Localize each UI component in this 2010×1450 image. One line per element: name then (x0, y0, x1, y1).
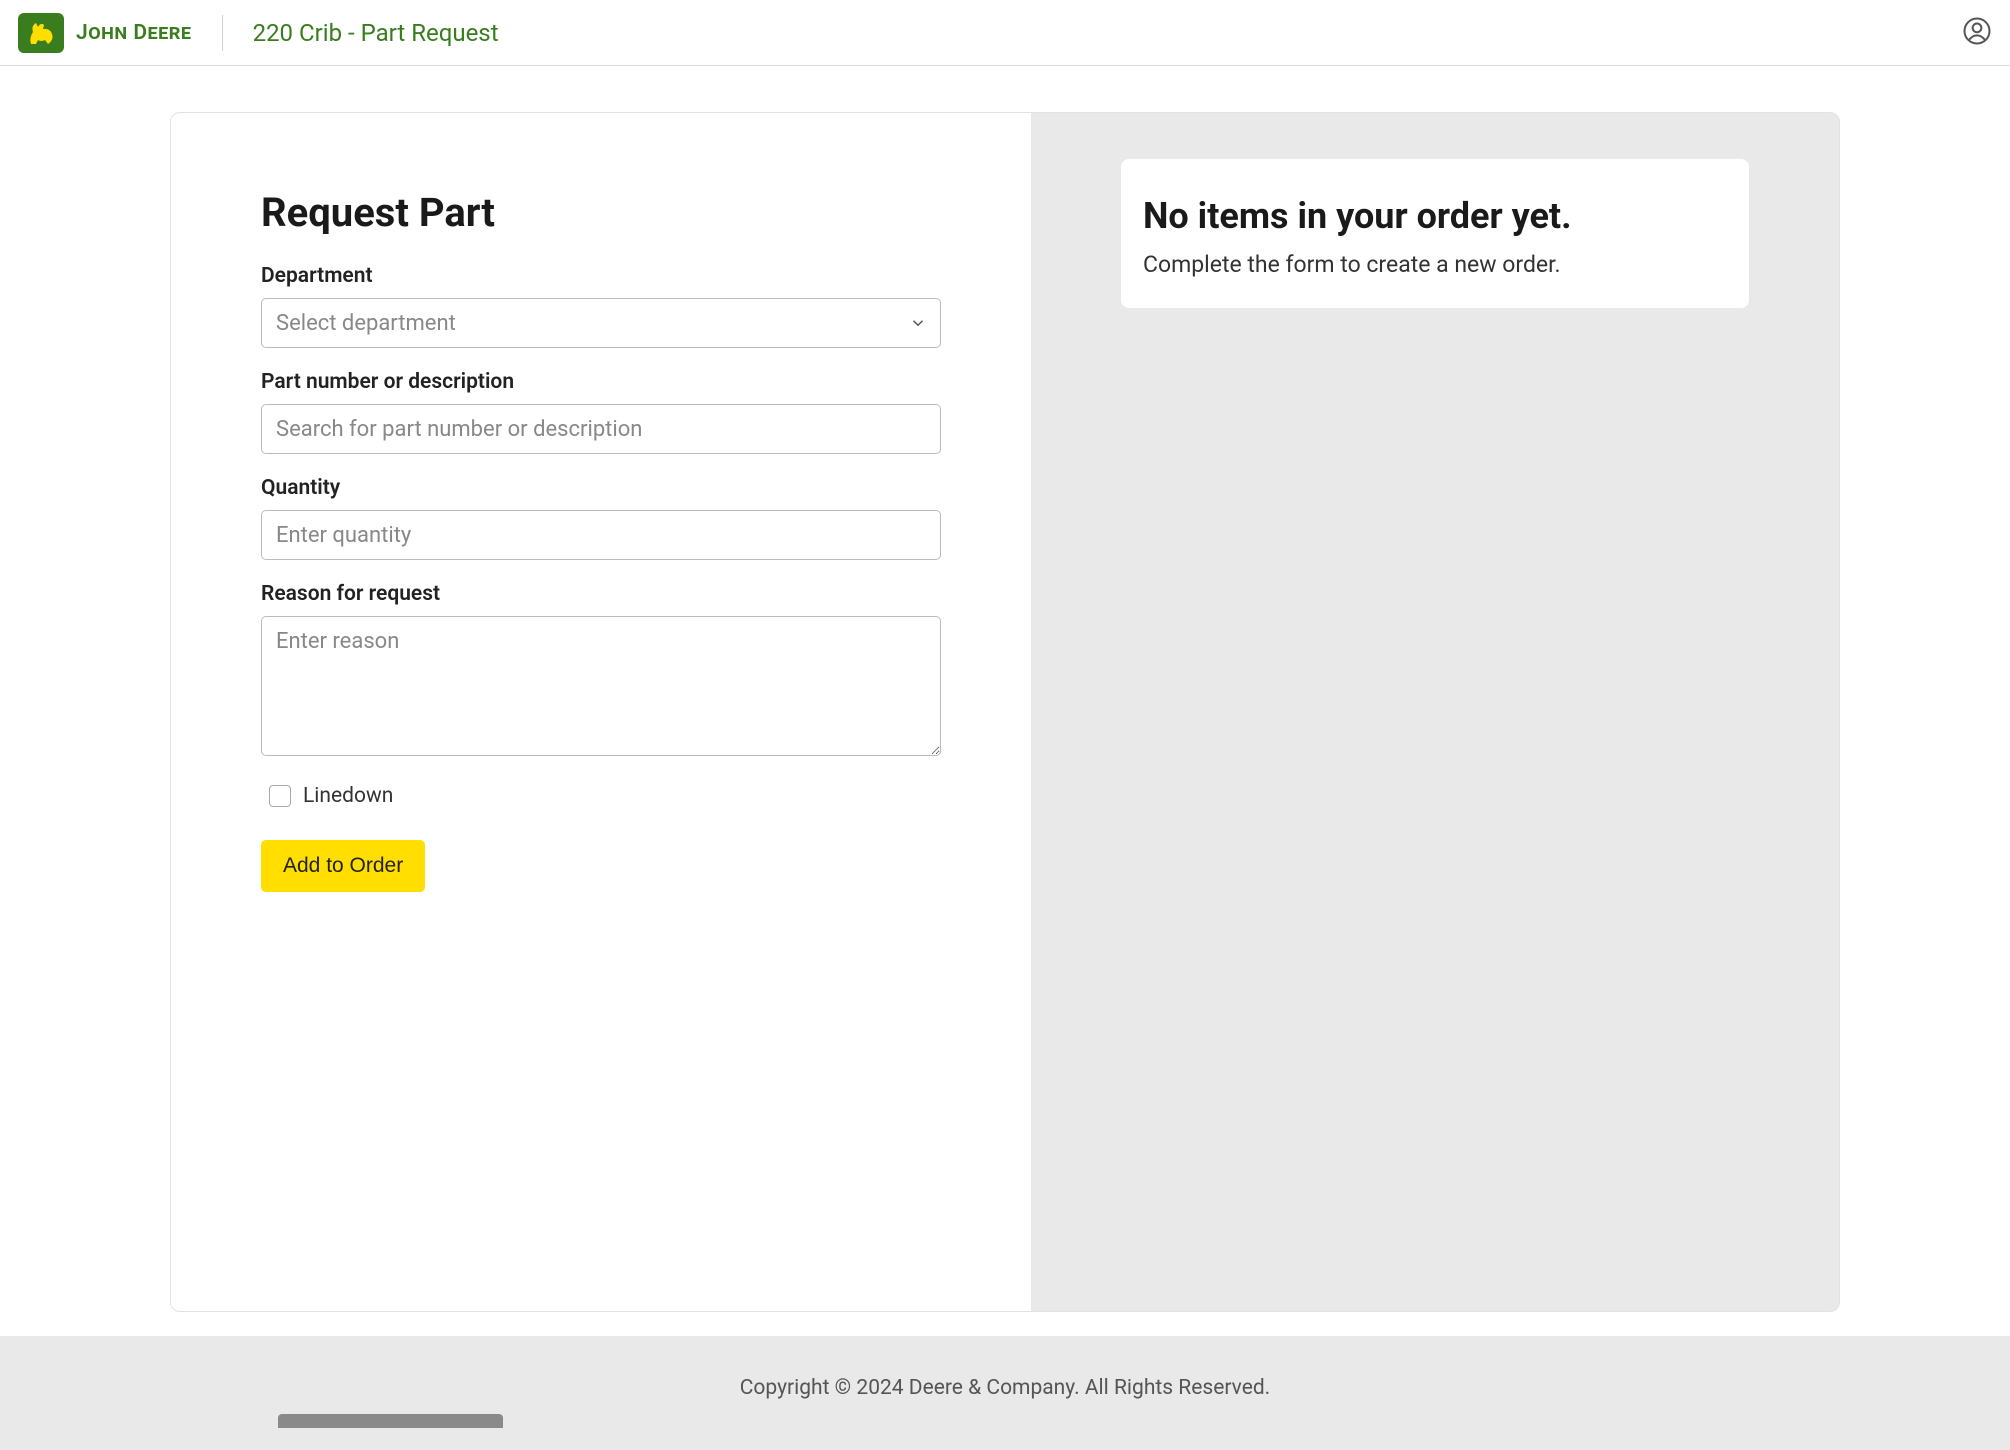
quantity-group: Quantity (261, 476, 941, 560)
header-divider (222, 15, 223, 51)
quantity-label: Quantity (261, 476, 941, 500)
user-account-icon[interactable] (1962, 16, 1992, 46)
brand-name: John Deere (76, 21, 192, 45)
deer-icon (26, 20, 56, 46)
scrollbar-handle[interactable] (278, 1414, 503, 1428)
department-select[interactable]: Select department (261, 298, 941, 348)
part-group: Part number or description (261, 370, 941, 454)
main-content: Request Part Department Select departmen… (85, 66, 1925, 1312)
add-to-order-button[interactable]: Add to Order (261, 840, 425, 892)
empty-order-title: No items in your order yet. (1143, 195, 1727, 237)
request-form-panel: Request Part Department Select departmen… (171, 113, 1031, 1311)
brand-logo (18, 13, 64, 53)
empty-order-subtitle: Complete the form to create a new order. (1143, 251, 1727, 278)
page-title: 220 Crib - Part Request (253, 19, 499, 47)
reason-label: Reason for request (261, 582, 941, 606)
form-title: Request Part (261, 189, 941, 236)
copyright-text: Copyright © 2024 Deere & Company. All Ri… (740, 1376, 1270, 1400)
linedown-checkbox[interactable] (269, 785, 291, 807)
content-card: Request Part Department Select departmen… (170, 112, 1840, 1312)
app-header: John Deere 220 Crib - Part Request (0, 0, 2010, 66)
part-label: Part number or description (261, 370, 941, 394)
linedown-row: Linedown (269, 784, 941, 808)
empty-order-box: No items in your order yet. Complete the… (1121, 159, 1749, 308)
reason-textarea[interactable] (261, 616, 941, 756)
quantity-input[interactable] (261, 510, 941, 560)
app-footer: Copyright © 2024 Deere & Company. All Ri… (0, 1336, 2010, 1450)
part-input[interactable] (261, 404, 941, 454)
reason-group: Reason for request (261, 582, 941, 760)
department-group: Department Select department (261, 264, 941, 348)
order-panel: No items in your order yet. Complete the… (1031, 113, 1839, 1311)
department-label: Department (261, 264, 941, 288)
linedown-label: Linedown (303, 784, 393, 808)
